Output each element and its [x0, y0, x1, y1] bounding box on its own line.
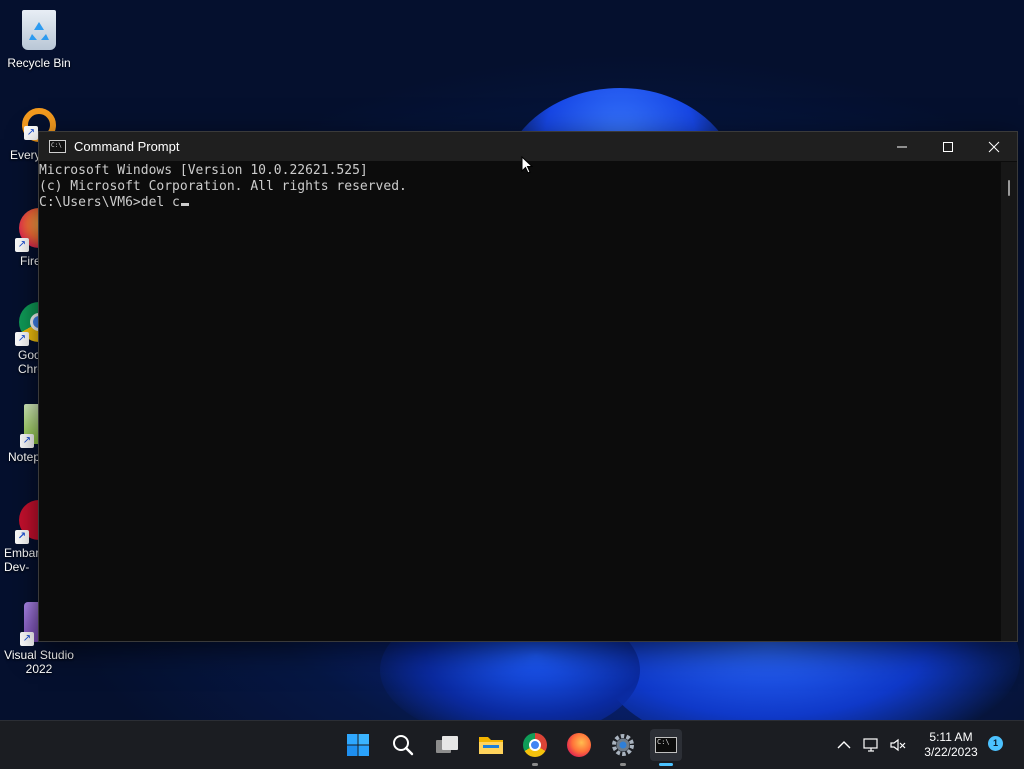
shortcut-arrow-icon: ↗ — [15, 332, 29, 346]
settings-taskbar-button[interactable] — [607, 729, 639, 766]
command-prompt-icon: C:\ — [655, 737, 677, 753]
command-prompt-taskbar-button[interactable]: C:\ — [650, 729, 682, 766]
chrome-icon — [523, 733, 547, 757]
window-title: Command Prompt — [74, 139, 180, 154]
chrome-taskbar-button[interactable] — [519, 729, 551, 766]
console-output[interactable]: Microsoft Windows [Version 10.0.22621.52… — [39, 162, 1001, 641]
close-icon — [988, 141, 1000, 152]
minimize-button[interactable] — [879, 132, 925, 161]
volume-muted-icon — [890, 738, 906, 752]
desktop-icon-label: Visual Studio 2022 — [4, 648, 74, 676]
shortcut-arrow-icon: ↗ — [20, 632, 34, 646]
file-explorer-button[interactable] — [475, 729, 507, 761]
firefox-taskbar-button[interactable] — [563, 729, 595, 761]
volume-button[interactable] — [884, 729, 912, 761]
notification-badge[interactable]: 1 — [988, 736, 1003, 751]
shortcut-arrow-icon: ↗ — [20, 434, 34, 448]
console-line: C:\Users\VM6>del c — [39, 195, 180, 210]
gear-icon — [612, 734, 634, 756]
vertical-scrollbar[interactable] — [1001, 162, 1017, 641]
maximize-button[interactable] — [925, 132, 971, 161]
desktop-icon-recycle-bin[interactable]: Recycle Bin — [4, 10, 74, 70]
taskbar: C:\ 5:11 AM 3/22/2023 — [0, 720, 1024, 769]
folder-icon — [479, 737, 503, 754]
network-icon — [863, 738, 878, 752]
shortcut-arrow-icon: ↗ — [15, 530, 29, 544]
command-prompt-window[interactable]: C:\ Command Prompt Microsoft Windows [Ve… — [38, 131, 1018, 642]
start-button[interactable] — [342, 729, 374, 761]
active-indicator — [659, 763, 673, 766]
clock[interactable]: 5:11 AM 3/22/2023 — [918, 730, 984, 760]
command-prompt-icon: C:\ — [49, 140, 66, 153]
task-view-icon — [436, 736, 458, 753]
task-view-button[interactable] — [431, 729, 463, 761]
running-indicator — [620, 763, 626, 766]
maximize-icon — [943, 141, 953, 152]
scrollbar-thumb[interactable] — [1008, 180, 1010, 196]
shortcut-arrow-icon: ↗ — [24, 126, 38, 140]
firefox-icon — [567, 733, 591, 757]
clock-date: 3/22/2023 — [924, 745, 978, 759]
mouse-pointer-icon — [521, 156, 533, 174]
show-hidden-icons-button[interactable] — [830, 729, 858, 761]
console-line: (c) Microsoft Corporation. All rights re… — [39, 179, 407, 194]
recycle-bin-icon — [22, 10, 56, 50]
shortcut-arrow-icon: ↗ — [15, 238, 29, 252]
text-cursor — [180, 203, 189, 206]
desktop-icon-label: Recycle Bin — [7, 56, 71, 70]
search-button[interactable] — [387, 729, 419, 761]
network-button[interactable] — [858, 729, 886, 761]
chevron-up-icon — [837, 741, 851, 749]
minimize-icon — [897, 146, 907, 147]
close-button[interactable] — [971, 132, 1017, 161]
windows-logo-icon — [347, 734, 369, 756]
console-line: Microsoft Windows [Version 10.0.22621.52… — [39, 163, 368, 178]
running-indicator — [532, 763, 538, 766]
clock-time: 5:11 AM — [929, 730, 973, 744]
search-icon — [393, 735, 414, 756]
console-prompt-line[interactable]: C:\Users\VM6>del c — [39, 195, 1001, 211]
